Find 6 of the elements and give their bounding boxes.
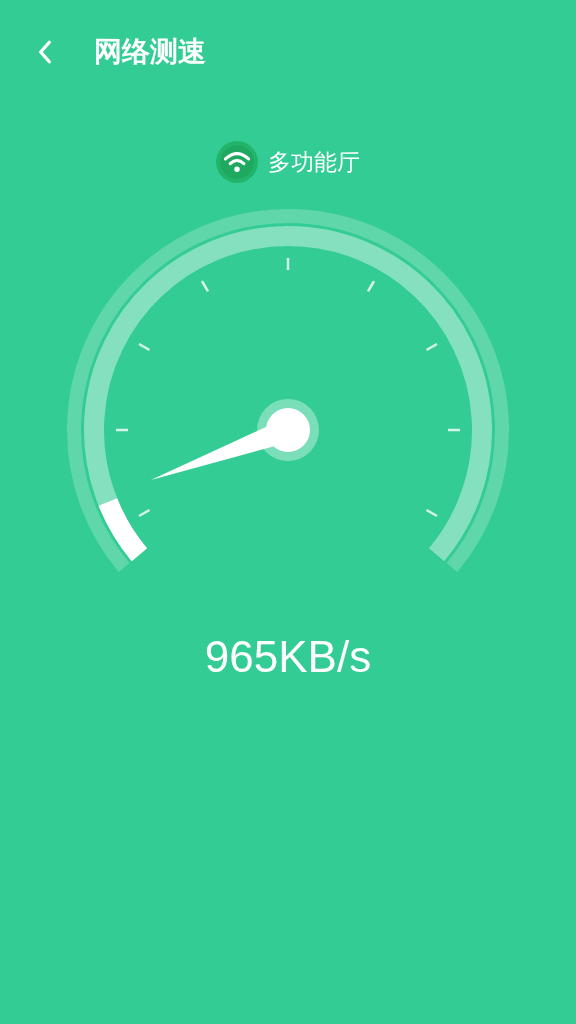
- speed-reading: 965KB/s: [203, 632, 373, 682]
- gauge-fill: [98, 497, 148, 561]
- wifi-icon: [216, 141, 258, 183]
- page-title: 网络测速: [94, 34, 206, 70]
- network-name: 多功能厅: [268, 147, 360, 177]
- back-icon[interactable]: [36, 39, 54, 65]
